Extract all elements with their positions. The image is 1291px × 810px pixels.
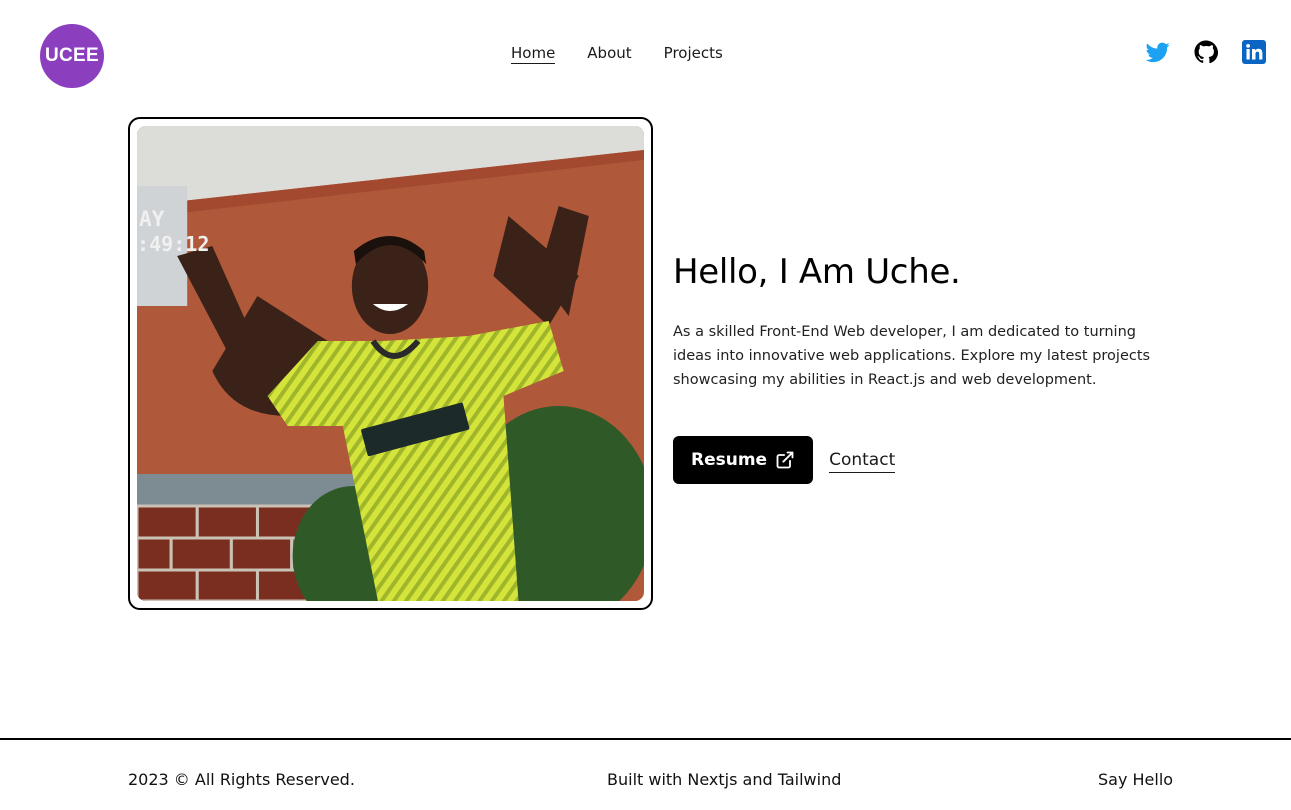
resume-button-label: Resume	[691, 450, 768, 470]
photo-overlay-text-1: AY	[139, 206, 165, 231]
main-nav: Home About Projects	[511, 43, 723, 64]
social-links	[1146, 40, 1266, 64]
photo-overlay-text-2: :49:12	[137, 232, 209, 256]
github-icon[interactable]	[1194, 40, 1218, 64]
nav-about[interactable]: About	[587, 43, 631, 64]
hero-description: As a skilled Front-End Web developer, I …	[673, 324, 1151, 388]
nav-projects[interactable]: Projects	[664, 43, 723, 64]
profile-photo: AY :49:12	[137, 126, 644, 601]
linkedin-icon[interactable]	[1242, 40, 1266, 64]
contact-link[interactable]: Contact	[829, 448, 896, 473]
resume-button[interactable]: Resume	[673, 436, 814, 484]
hero-section: Hello, I Am Uche. As a skilled Front-End…	[673, 250, 1173, 392]
footer: 2023 © All Rights Reserved. Built with N…	[0, 738, 1291, 810]
footer-copyright: 2023 © All Rights Reserved.	[128, 770, 355, 789]
hero-actions: Resume Contact	[673, 436, 896, 484]
footer-say-hello-link[interactable]: Say Hello	[1098, 770, 1173, 789]
profile-photo-frame: AY :49:12	[128, 117, 653, 610]
nav-home[interactable]: Home	[511, 43, 556, 64]
logo[interactable]: UCEE	[40, 24, 104, 88]
footer-built-with: Built with Nextjs and Tailwind	[607, 770, 842, 789]
hero-title: Hello, I Am Uche.	[673, 252, 961, 292]
twitter-icon[interactable]	[1146, 40, 1170, 64]
external-link-icon	[776, 451, 794, 469]
